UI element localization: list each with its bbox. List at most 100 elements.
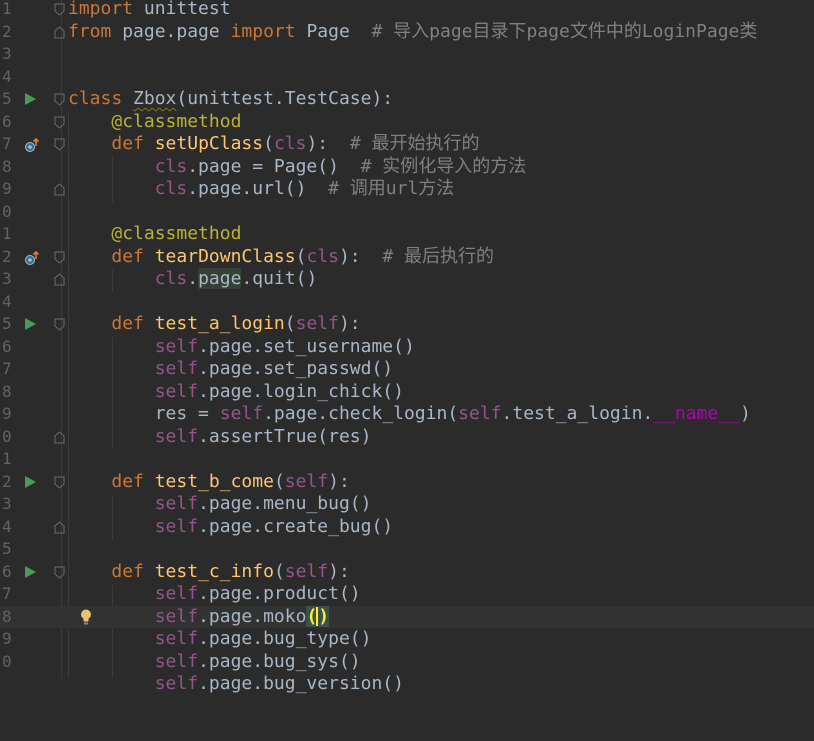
line-number: 6: [2, 336, 12, 356]
line-number: 0: [2, 201, 12, 221]
code-text: cls.page.quit(): [154, 268, 318, 289]
code-editor[interactable]: 1 import unittest 2 from page.page impor…: [0, 0, 814, 694]
fold-marker-icon[interactable]: [54, 520, 65, 534]
code-text: cls.page.url() # 调用url方法: [154, 178, 455, 199]
code-text: self.page.set_passwd(): [154, 358, 394, 379]
code-line[interactable]: 7 self.page.set_passwd(): [0, 358, 814, 381]
code-line[interactable]: 9 cls.page.url() # 调用url方法: [0, 178, 814, 201]
code-line[interactable]: 2 def test_b_come(self):: [0, 471, 814, 494]
code-line[interactable]: 0: [0, 201, 814, 224]
code-line[interactable]: 9 self.page.bug_type(): [0, 628, 814, 651]
code-line[interactable]: self.page.bug_version(): [0, 673, 814, 696]
overrides-method-icon[interactable]: [24, 250, 40, 266]
line-number: 2: [2, 21, 12, 41]
overrides-method-icon[interactable]: [24, 137, 40, 153]
fold-marker-icon[interactable]: [54, 3, 65, 16]
code-line[interactable]: 5 class Zbox(unittest.TestCase):: [0, 88, 814, 111]
line-number: 0: [2, 651, 12, 671]
line-number: 8: [2, 606, 12, 626]
code-text: self.page.bug_sys(): [154, 650, 361, 672]
line-number: 4: [2, 291, 12, 311]
code-line[interactable]: 4: [0, 291, 814, 314]
line-number: 8: [2, 381, 12, 401]
code-text: self.page.create_bug(): [154, 515, 394, 537]
line-number: 1: [2, 224, 12, 243]
current-code-line[interactable]: 8 self.page.moko(): [0, 605, 814, 628]
fold-marker-icon[interactable]: [54, 138, 65, 151]
fold-marker-icon[interactable]: [54, 476, 65, 489]
line-number: 4: [2, 516, 12, 536]
code-text: self.page.login_chick(): [154, 380, 404, 402]
line-number: 5: [2, 314, 12, 333]
line-number: 3: [2, 494, 12, 513]
code-text: cls.page = Page() # 实例化导入的方法: [154, 155, 527, 177]
run-test-triangle-icon[interactable]: [25, 565, 36, 578]
code-text: @classmethod: [111, 110, 242, 132]
code-line[interactable]: 6 @classmethod: [0, 111, 814, 134]
line-number: 6: [2, 561, 12, 581]
fold-marker-icon[interactable]: [54, 25, 65, 39]
fold-marker-icon[interactable]: [54, 93, 65, 106]
fold-marker-icon[interactable]: [54, 566, 65, 579]
code-line[interactable]: 1 import unittest: [0, 0, 814, 21]
fold-marker-icon[interactable]: [54, 273, 65, 286]
code-text: self.page.menu_bug(): [154, 493, 372, 514]
code-text: self.page.set_username(): [154, 335, 415, 357]
code-line[interactable]: 8 self.page.login_chick(): [0, 381, 814, 404]
run-test-triangle-icon[interactable]: [25, 93, 36, 105]
line-number: 9: [2, 404, 12, 423]
code-text: self.page.bug_type(): [154, 628, 372, 649]
code-line[interactable]: 4: [0, 66, 814, 89]
code-line[interactable]: 4 self.page.create_bug(): [0, 516, 814, 539]
code-line[interactable]: 1 @classmethod: [0, 223, 814, 246]
fold-marker-icon[interactable]: [54, 318, 65, 331]
line-number: 7: [2, 134, 12, 153]
code-text: def test_b_come(self):: [111, 470, 350, 492]
code-text: def tearDownClass(cls): # 最后执行的: [111, 245, 495, 267]
line-number: 5: [2, 539, 12, 558]
run-test-triangle-icon[interactable]: [25, 475, 36, 488]
code-line[interactable]: 0 self.assertTrue(res): [0, 426, 814, 449]
line-number: 6: [2, 111, 12, 131]
line-number: 1: [2, 0, 12, 18]
code-line[interactable]: 6 def test_c_info(self):: [0, 561, 814, 584]
code-text: def test_a_login(self):: [111, 313, 361, 334]
fold-marker-icon[interactable]: [54, 430, 65, 444]
code-line[interactable]: 5 def test_a_login(self):: [0, 313, 814, 336]
code-line[interactable]: 8 cls.page = Page() # 实例化导入的方法: [0, 156, 814, 179]
code-text: self.page.bug_version(): [154, 673, 404, 694]
line-number: 4: [2, 66, 12, 86]
code-text: def setUpClass(cls): # 最开始执行的: [111, 133, 480, 154]
code-text: self.page.product(): [154, 583, 361, 604]
fold-marker-icon[interactable]: [54, 251, 65, 264]
code-line[interactable]: 3 self.page.menu_bug(): [0, 493, 814, 516]
code-text: self.assertTrue(res): [154, 425, 372, 447]
code-line[interactable]: 2 def tearDownClass(cls): # 最后执行的: [0, 246, 814, 269]
code-line[interactable]: 7 self.page.product(): [0, 583, 814, 606]
line-number: 9: [2, 629, 12, 648]
run-test-triangle-icon[interactable]: [25, 318, 36, 330]
line-number: 7: [2, 359, 12, 378]
code-text: @classmethod: [111, 223, 242, 244]
code-text: class Zbox(unittest.TestCase):: [68, 88, 394, 109]
code-text: res = self.page.check_login(self.test_a_…: [154, 403, 751, 424]
code-line[interactable]: 7 def setUpClass(cls): # 最开始执行的: [0, 133, 814, 156]
code-line[interactable]: 1: [0, 448, 814, 471]
code-line[interactable]: 3 cls.page.quit(): [0, 268, 814, 291]
code-line[interactable]: 5: [0, 538, 814, 561]
code-text: def test_c_info(self):: [111, 560, 350, 582]
fold-marker-icon[interactable]: [54, 183, 65, 196]
line-number: 2: [2, 246, 12, 266]
line-number: 1: [2, 449, 12, 468]
code-line[interactable]: 6 self.page.set_username(): [0, 336, 814, 359]
code-line[interactable]: 2 from page.page import Page # 导入page目录下…: [0, 21, 814, 44]
code-line[interactable]: 0 self.page.bug_sys(): [0, 651, 814, 674]
code-text: import unittest: [68, 0, 231, 19]
line-number: 2: [2, 471, 12, 491]
code-line[interactable]: 9 res = self.page.check_login(self.test_…: [0, 403, 814, 426]
code-text: self.page.moko(): [154, 605, 330, 627]
code-line[interactable]: 3: [0, 43, 814, 66]
code-text: from page.page import Page # 导入page目录下pa…: [68, 20, 758, 42]
fold-marker-icon[interactable]: [54, 116, 65, 129]
line-number: 3: [2, 44, 12, 63]
